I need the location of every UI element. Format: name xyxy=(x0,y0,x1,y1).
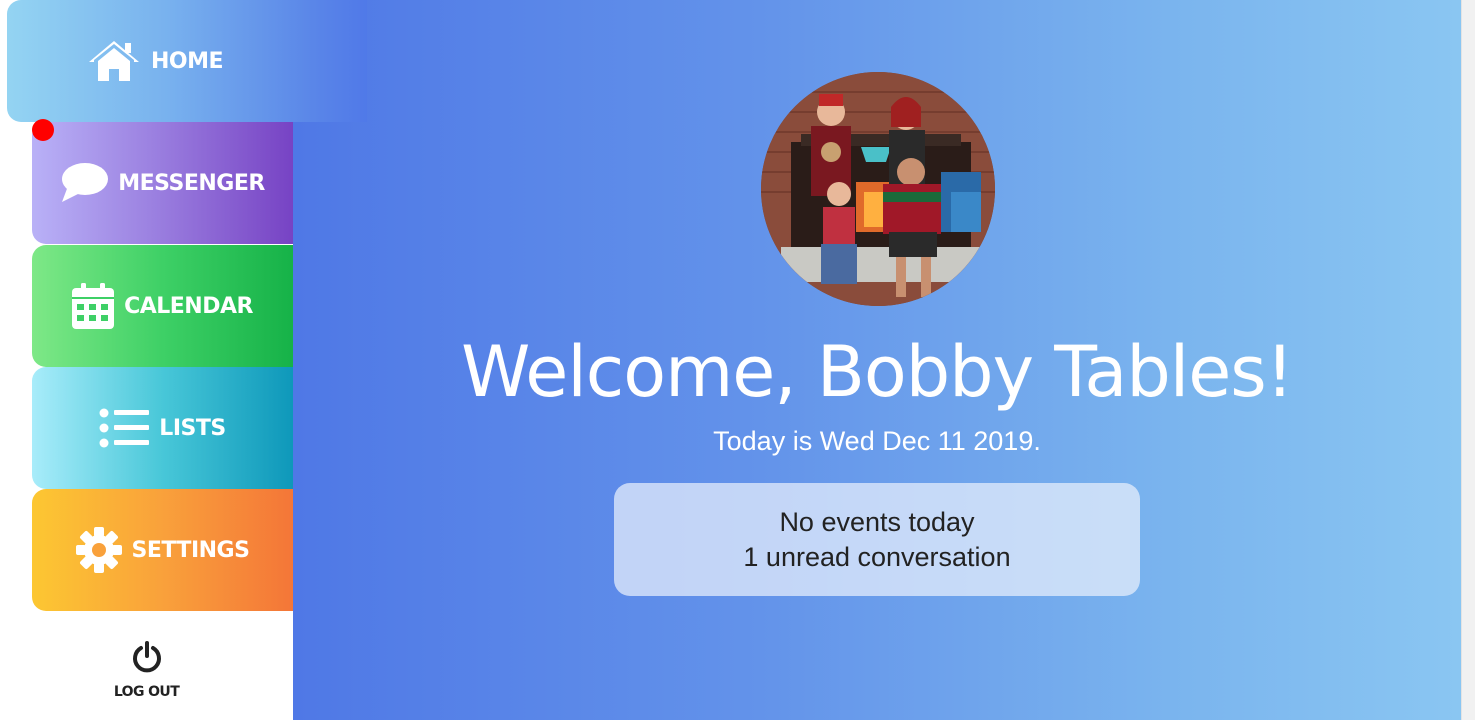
nav-messenger[interactable]: MESSENGER xyxy=(32,122,293,244)
nav-messenger-label: MESSENGER xyxy=(118,170,265,196)
summary-card[interactable]: No events today 1 unread conversation xyxy=(614,483,1140,596)
logout-button[interactable]: LOG OUT xyxy=(0,630,293,710)
nav-home-label: HOME xyxy=(151,48,224,74)
nav-settings-label: SETTINGS xyxy=(131,537,250,563)
nav-calendar-label: CALENDAR xyxy=(124,293,253,319)
main-content: Welcome, Bobby Tables! Today is Wed Dec … xyxy=(293,0,1461,720)
logout-label: LOG OUT xyxy=(113,683,180,700)
chat-bubble-icon xyxy=(60,162,109,204)
home-icon xyxy=(87,39,141,83)
events-summary: No events today xyxy=(779,506,975,537)
date-line: Today is Wed Dec 11 2019. xyxy=(713,426,1041,456)
nav-lists-label: LISTS xyxy=(159,415,226,441)
nav-settings[interactable]: SETTINGS xyxy=(32,489,293,611)
scrollbar[interactable] xyxy=(1461,0,1475,720)
nav-lists[interactable]: LISTS xyxy=(32,367,293,489)
nav-home[interactable]: HOME xyxy=(7,0,367,122)
avatar[interactable] xyxy=(761,72,995,306)
welcome-heading: Welcome, Bobby Tables! xyxy=(461,331,1294,413)
gear-icon xyxy=(75,527,122,573)
sidebar: HOME MESSENGER CALENDAR LISTS SETTINGS L… xyxy=(0,0,367,720)
unread-indicator-dot xyxy=(32,119,54,141)
nav-calendar[interactable]: CALENDAR xyxy=(32,245,293,367)
list-icon xyxy=(99,408,150,448)
messages-summary: 1 unread conversation xyxy=(743,541,1011,572)
calendar-icon xyxy=(72,283,115,329)
power-icon xyxy=(131,640,163,678)
